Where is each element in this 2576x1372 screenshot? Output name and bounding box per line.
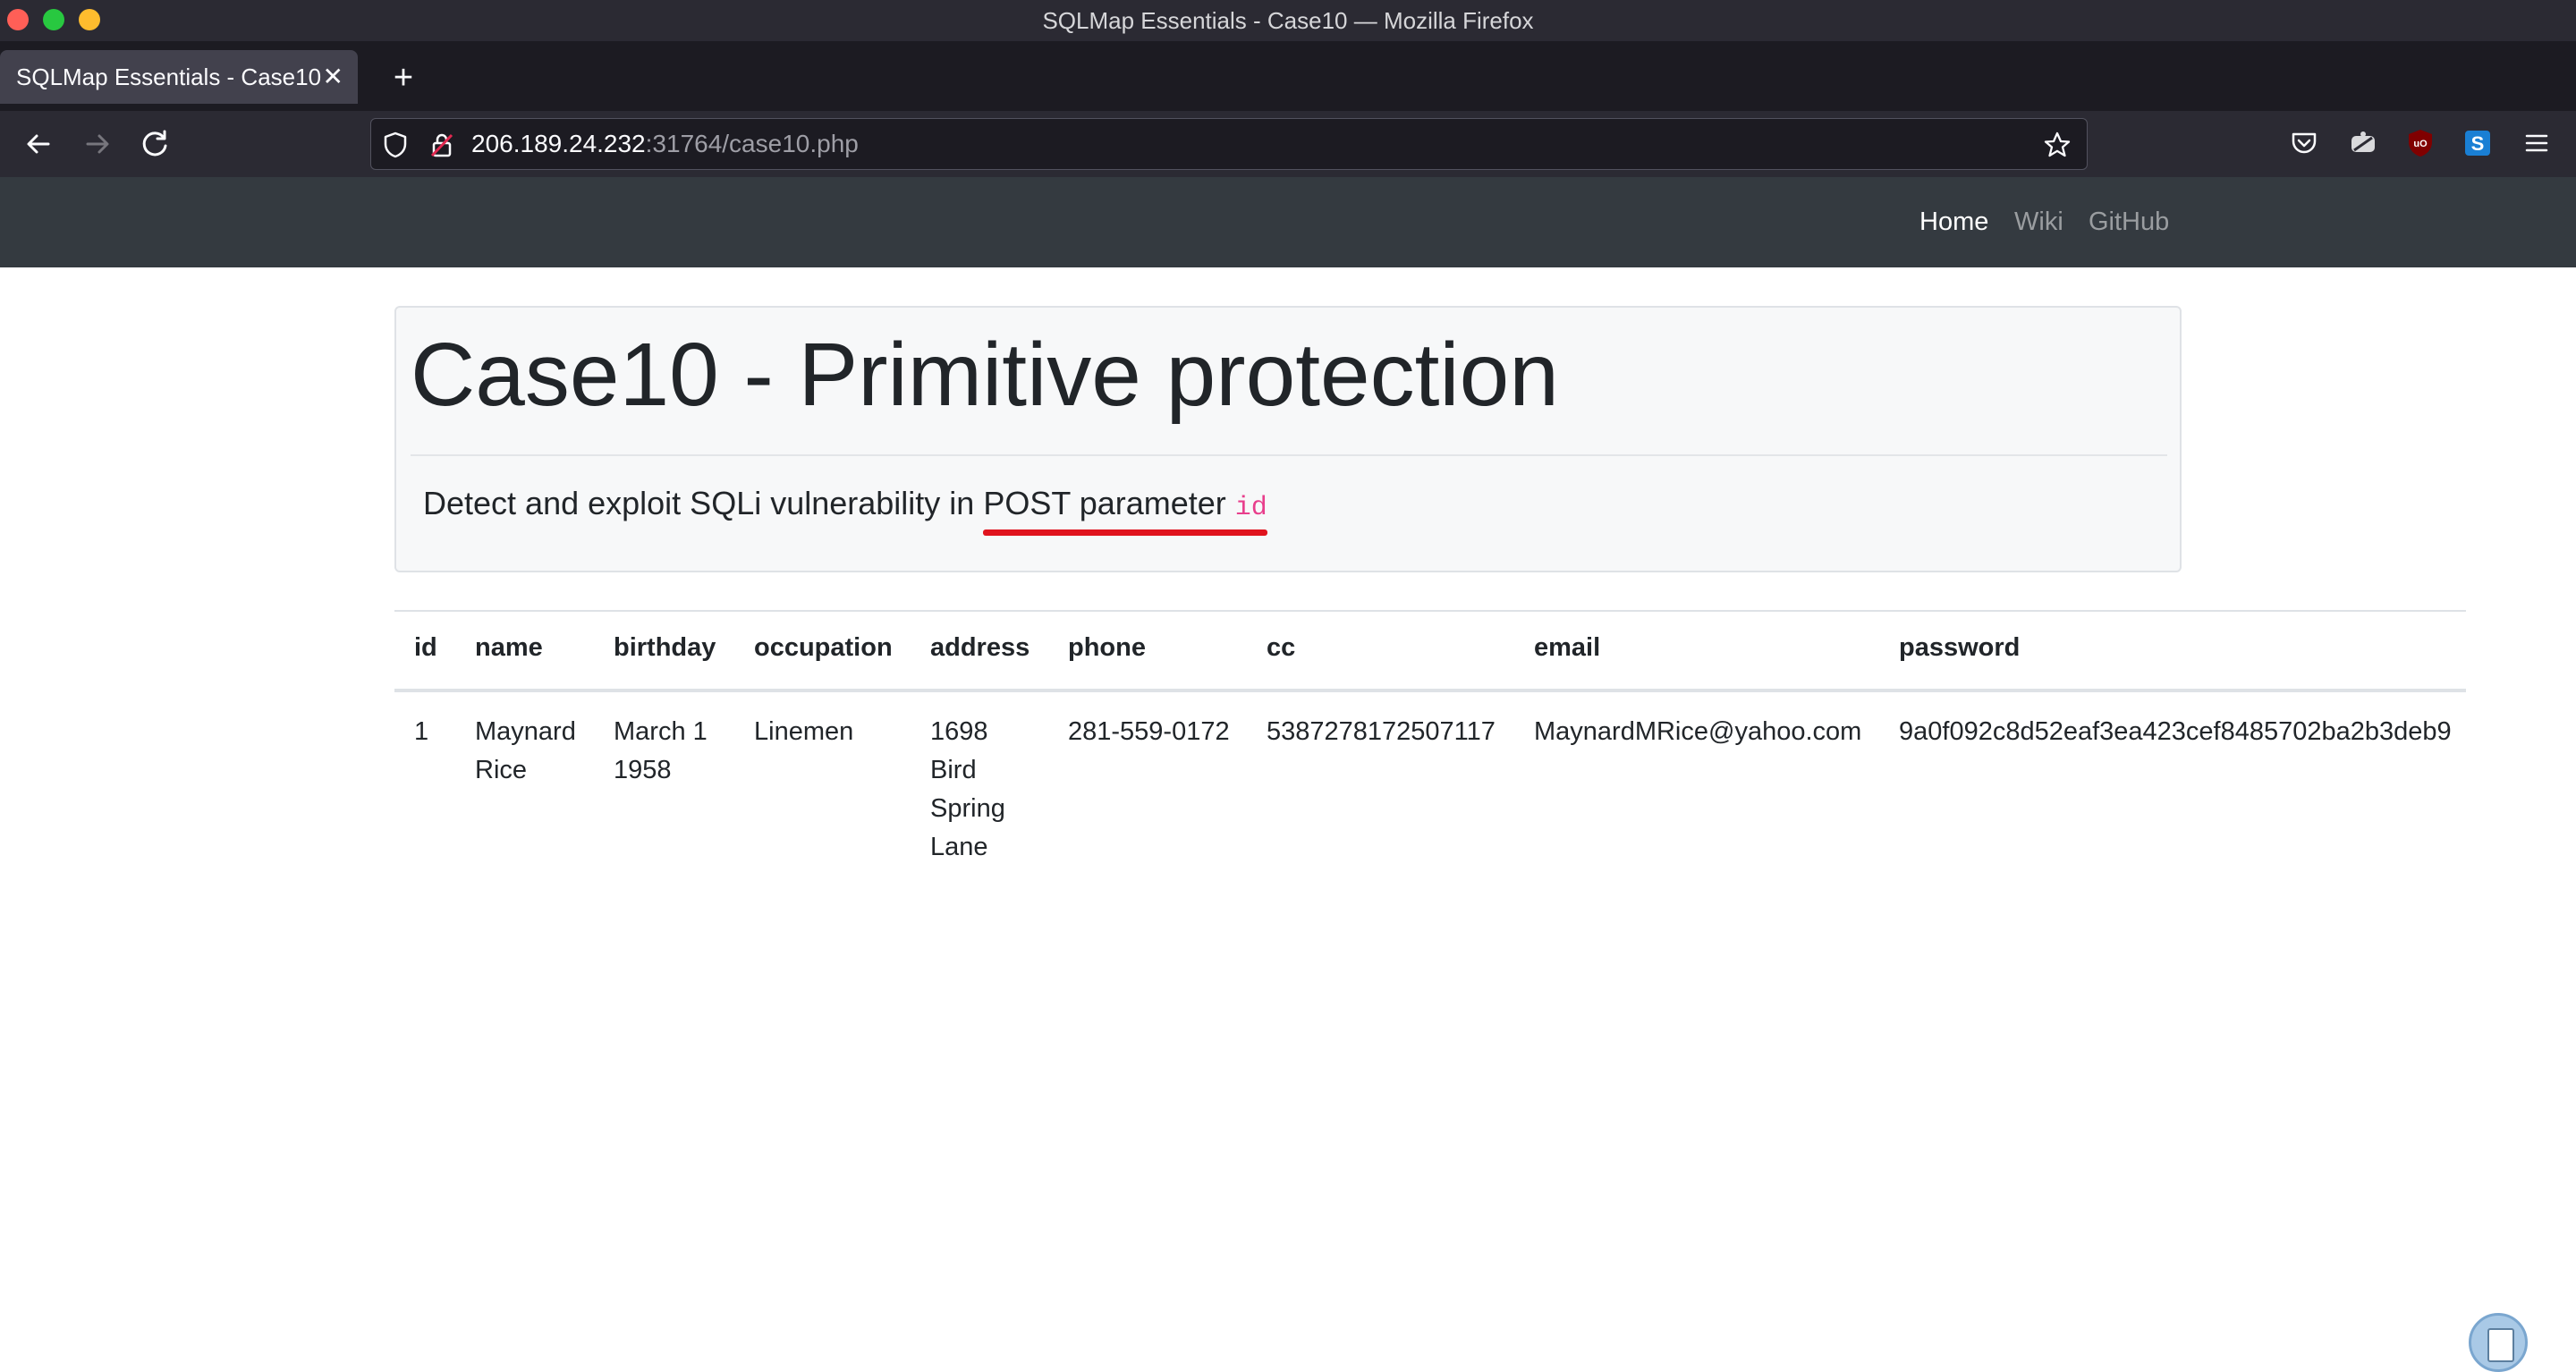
browser-toolbar: 206.189.24.232:31764/case10.php uO S: [0, 111, 2576, 177]
page-title: Case10 - Primitive protection: [411, 325, 1559, 425]
table-top-border: [394, 610, 2466, 612]
cell-address-line: Lane: [930, 833, 988, 861]
url-host: 206.189.24.232: [471, 130, 646, 157]
cell-address-line: Spring: [930, 794, 1005, 823]
lead-code: id: [1234, 493, 1267, 523]
clipboard-icon: [2487, 1328, 2514, 1362]
window-title: SQLMap Essentials - Case10 — Mozilla Fir…: [1042, 7, 1534, 34]
cell-phone: 281-559-0172: [1068, 717, 1230, 746]
back-icon[interactable]: [18, 123, 59, 165]
cell-name-line: Maynard: [475, 717, 576, 746]
url-bar[interactable]: 206.189.24.232:31764/case10.php: [370, 118, 2088, 170]
cell-name-line: Rice: [475, 756, 528, 784]
nav-link-wiki[interactable]: Wiki: [2014, 177, 2063, 267]
header-address: address: [930, 633, 1030, 662]
nav-link-github[interactable]: GitHub: [2089, 177, 2169, 267]
ublock-icon[interactable]: uO: [2404, 127, 2436, 159]
tab-title: SQLMap Essentials - Case10: [16, 64, 322, 90]
cell-address-line: 1698: [930, 717, 988, 746]
cell-address: 1698 Bird Spring Lane: [930, 713, 1005, 867]
site-navbar: Home Wiki GitHub: [0, 177, 2576, 267]
pocket-icon[interactable]: [2288, 127, 2320, 159]
lock-icon[interactable]: [427, 130, 457, 160]
jumbotron: Case10 - Primitive protection Detect and…: [394, 306, 2182, 572]
cell-occupation: Linemen: [754, 717, 854, 746]
svg-text:S: S: [2471, 132, 2485, 155]
nav-link-home[interactable]: Home: [1919, 177, 1988, 267]
clipboard-widget-icon[interactable]: [2469, 1313, 2528, 1372]
header-phone: phone: [1068, 633, 1146, 662]
url-text[interactable]: 206.189.24.232:31764/case10.php: [471, 119, 859, 169]
cell-name: Maynard Rice: [475, 713, 576, 790]
tab-close-icon[interactable]: ✕: [323, 50, 343, 104]
extension-icon[interactable]: [2347, 127, 2379, 159]
cell-birthday: March 1 1958: [614, 713, 708, 790]
lead-highlight: POST parameter id: [983, 485, 1268, 536]
lead-text: Detect and exploit SQLi vulnerability in…: [423, 485, 1268, 536]
lead-highlight-text: POST parameter: [983, 485, 1235, 521]
forward-icon[interactable]: [77, 123, 118, 165]
cell-password: 9a0f092c8d52eaf3ea423cef8485702ba2b3deb9: [1899, 717, 2452, 746]
url-path: :31764/case10.php: [645, 130, 859, 157]
browser-tab[interactable]: SQLMap Essentials - Case10 ✕: [0, 50, 358, 104]
bookmark-star-icon[interactable]: [2042, 130, 2072, 160]
header-id: id: [414, 633, 437, 662]
cell-birthday-line: 1958: [614, 756, 672, 784]
cell-email: MaynardMRice@yahoo.com: [1534, 717, 1862, 746]
cell-id: 1: [414, 717, 429, 746]
s-extension-icon[interactable]: S: [2462, 127, 2494, 159]
reload-icon[interactable]: [134, 123, 175, 165]
table-header-border: [394, 689, 2466, 692]
window-titlebar: SQLMap Essentials - Case10 — Mozilla Fir…: [0, 0, 2576, 41]
header-email: email: [1534, 633, 1601, 662]
lead-prefix: Detect and exploit SQLi vulnerability in: [423, 485, 984, 521]
shield-icon[interactable]: [380, 130, 411, 160]
cell-cc: 5387278172507117: [1267, 717, 1496, 746]
tab-strip: SQLMap Essentials - Case10 ✕ +: [0, 41, 2576, 111]
cell-birthday-line: March 1: [614, 717, 708, 746]
cell-address-line: Bird: [930, 756, 977, 784]
header-password: password: [1899, 633, 2021, 662]
new-tab-button[interactable]: +: [379, 54, 428, 102]
header-name: name: [475, 633, 543, 662]
svg-text:uO: uO: [2413, 139, 2428, 149]
jumbotron-divider: [411, 454, 2167, 456]
menu-icon[interactable]: [2521, 127, 2553, 159]
header-birthday: birthday: [614, 633, 716, 662]
header-occupation: occupation: [754, 633, 893, 662]
header-cc: cc: [1267, 633, 1296, 662]
